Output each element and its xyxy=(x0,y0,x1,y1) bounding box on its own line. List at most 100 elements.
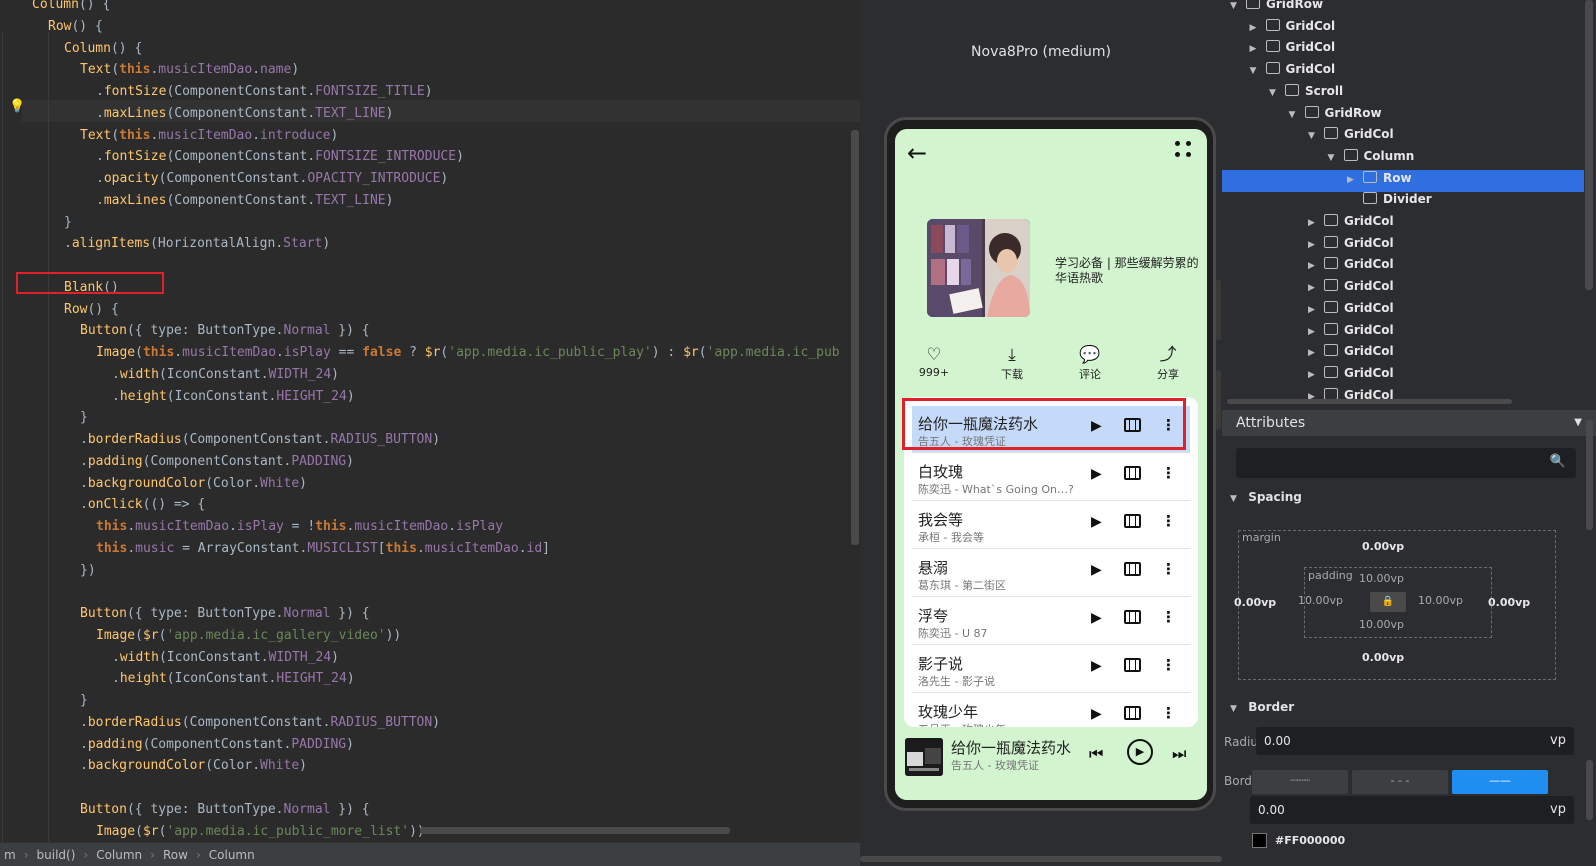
action-share[interactable]: ⤴ 分享 xyxy=(1138,344,1198,384)
more-vertical-icon[interactable]: ⋮ xyxy=(1161,608,1176,626)
search-icon[interactable]: 🔍 xyxy=(1550,454,1566,469)
preview-horizontal-scrollbar[interactable] xyxy=(860,856,1222,862)
expand-down-icon[interactable]: ▼ xyxy=(1250,60,1262,82)
tree-node[interactable]: ▶ GridCol xyxy=(1308,253,1394,275)
code-line[interactable]: Text(this.musicItemDao.name) xyxy=(80,59,299,81)
action-comment[interactable]: 💬 评论 xyxy=(1060,344,1120,384)
mini-player[interactable]: 给你一瓶魔法药水 告五人 - 玫瑰凭证 ⏮ ▶ ⏭ xyxy=(895,729,1207,800)
tree-node[interactable]: ▼ GridRow xyxy=(1230,0,1323,15)
expand-down-icon[interactable]: ▼ xyxy=(1230,0,1242,17)
lightbulb-icon[interactable]: 💡 xyxy=(9,100,25,114)
tree-node[interactable]: ▶ GridCol xyxy=(1308,319,1394,341)
border-style-dotted[interactable]: ┈┈┈ xyxy=(1252,770,1348,794)
radius-input[interactable]: 0.00 vp xyxy=(1256,727,1574,755)
expand-right-icon[interactable]: ▶ xyxy=(1308,234,1320,256)
breadcrumb-item[interactable]: Row xyxy=(159,843,192,866)
tree-node[interactable]: ▶ GridCol xyxy=(1308,297,1394,319)
code-line[interactable]: .maxLines(ComponentConstant.TEXT_LINE) xyxy=(96,190,393,212)
play-icon[interactable]: ▶ xyxy=(1091,658,1102,674)
code-line[interactable]: Column() { xyxy=(32,0,110,16)
play-icon[interactable]: ▶ xyxy=(1091,562,1102,578)
code-line[interactable]: Button({ type: ButtonType.Normal }) { xyxy=(80,320,370,342)
margin-right-value[interactable]: 0.00vp xyxy=(1488,596,1530,609)
video-icon[interactable] xyxy=(1124,706,1141,720)
song-row[interactable]: 我会等 承桓 - 我会等 ▶ ⋮ xyxy=(912,502,1190,549)
tree-node[interactable]: ▼ GridCol xyxy=(1250,58,1335,82)
tree-node[interactable]: ▶ GridCol xyxy=(1308,362,1394,384)
border-color-value[interactable]: #FF000000 xyxy=(1275,834,1345,847)
more-vertical-icon[interactable]: ⋮ xyxy=(1161,464,1176,482)
expand-down-icon[interactable]: ▼ xyxy=(1269,82,1281,104)
more-vertical-icon[interactable]: ⋮ xyxy=(1161,560,1176,578)
border-style-solid[interactable]: —— xyxy=(1452,770,1548,794)
video-icon[interactable] xyxy=(1124,562,1141,576)
more-grid-icon[interactable] xyxy=(1175,141,1193,159)
expand-down-icon[interactable]: ▼ xyxy=(1308,125,1320,147)
code-line[interactable]: .fontSize(ComponentConstant.FONTSIZE_INT… xyxy=(96,146,464,168)
attributes-search-input[interactable]: 🔍 xyxy=(1236,448,1576,478)
code-line[interactable]: .backgroundColor(Color.White) xyxy=(80,473,307,495)
play-circle-icon[interactable]: ▶ xyxy=(1127,739,1153,765)
tree-node[interactable]: ▶ GridCol xyxy=(1308,275,1394,297)
code-line[interactable]: Image(this.musicItemDao.isPlay == false … xyxy=(96,342,840,364)
action-heart[interactable]: ♡ 999+ xyxy=(904,344,964,384)
code-line[interactable]: this.musicItemDao.isPlay = !this.musicIt… xyxy=(96,516,503,538)
tree-node[interactable]: ▶ GridCol xyxy=(1250,36,1335,58)
code-line[interactable]: .height(IconConstant.HEIGHT_24) xyxy=(112,668,355,690)
video-icon[interactable] xyxy=(1124,658,1141,672)
breadcrumb-item[interactable]: Column xyxy=(205,843,259,866)
code-line[interactable]: }) xyxy=(80,560,96,582)
tree-node[interactable]: ▼ Scroll xyxy=(1269,80,1343,102)
chevron-down-icon[interactable]: ▼ xyxy=(1574,410,1582,436)
code-line[interactable]: .opacity(ComponentConstant.OPACITY_INTRO… xyxy=(96,168,448,190)
code-line[interactable]: } xyxy=(80,690,88,712)
play-icon[interactable]: ▶ xyxy=(1091,706,1102,722)
tree-node[interactable]: ▶ Row xyxy=(1347,167,1412,189)
code-line[interactable]: .padding(ComponentConstant.PADDING) xyxy=(80,734,354,756)
code-line[interactable]: .fontSize(ComponentConstant.FONTSIZE_TIT… xyxy=(96,81,433,103)
tree-node[interactable]: ▶ GridCol xyxy=(1308,232,1394,254)
padding-top-value[interactable]: 10.00vp xyxy=(1359,572,1404,585)
video-icon[interactable] xyxy=(1124,610,1141,624)
code-editor[interactable]: Column() {Row() {Column() {Text(this.mus… xyxy=(0,0,860,866)
inspector-vertical-scrollbar-lower[interactable] xyxy=(1586,760,1593,820)
padding-bottom-value[interactable]: 10.00vp xyxy=(1359,618,1404,631)
more-vertical-icon[interactable]: ⋮ xyxy=(1161,512,1176,530)
tree-node[interactable]: ▶ GridCol xyxy=(1308,340,1394,362)
expand-right-icon[interactable]: ▶ xyxy=(1308,321,1320,343)
tree-node[interactable]: ▼ GridRow xyxy=(1289,102,1382,124)
code-line[interactable]: .onClick(() => { xyxy=(80,494,205,516)
song-row[interactable]: 白玫瑰 陈奕迅 - What`s Going On…? ▶ ⋮ xyxy=(912,454,1190,501)
video-icon[interactable] xyxy=(1124,466,1141,480)
border-style-dashed[interactable]: - - - xyxy=(1352,770,1448,794)
expand-right-icon[interactable]: ▶ xyxy=(1250,17,1262,39)
tree-node[interactable]: ▼ Column xyxy=(1328,145,1414,167)
code-line[interactable]: this.music = ArrayConstant.MUSICLIST[thi… xyxy=(96,538,550,560)
code-line[interactable]: .width(IconConstant.WIDTH_24) xyxy=(112,364,339,386)
song-row[interactable]: 浮夸 陈奕迅 - U 87 ▶ ⋮ xyxy=(912,598,1190,645)
code-line[interactable]: Image($r('app.media.ic_public_more_list'… xyxy=(96,821,425,843)
code-line[interactable]: Row() { xyxy=(48,16,103,38)
more-vertical-icon[interactable]: ⋮ xyxy=(1161,704,1176,722)
code-line[interactable]: Button({ type: ButtonType.Normal }) { xyxy=(80,603,370,625)
tree-node[interactable]: ▼ GridCol xyxy=(1308,123,1394,145)
code-line[interactable]: Text(this.musicItemDao.introduce) xyxy=(80,125,338,147)
expand-right-icon[interactable]: ▶ xyxy=(1347,169,1359,191)
more-vertical-icon[interactable]: ⋮ xyxy=(1161,656,1176,674)
play-icon[interactable]: ▶ xyxy=(1091,514,1102,530)
code-line[interactable]: Button({ type: ButtonType.Normal }) { xyxy=(80,799,370,821)
tree-vertical-scrollbar[interactable] xyxy=(1585,0,1593,290)
breadcrumb-item[interactable]: Column xyxy=(92,843,146,866)
expand-right-icon[interactable]: ▶ xyxy=(1308,364,1320,386)
song-row[interactable]: 悬溺 葛东琪 - 第二街区 ▶ ⋮ xyxy=(912,550,1190,597)
expand-down-icon[interactable]: ▼ xyxy=(1289,104,1301,126)
song-row[interactable]: 玫瑰少年五月天 - 玫瑰少年 ▶ ⋮ xyxy=(912,694,1190,727)
code-line[interactable]: .borderRadius(ComponentConstant.RADIUS_B… xyxy=(80,712,440,734)
song-row[interactable]: 影子说 洛先生 - 影子说 ▶ ⋮ xyxy=(912,646,1190,693)
tree-node[interactable]: Divider xyxy=(1347,188,1432,210)
border-width-input[interactable]: 0.00 vp xyxy=(1250,796,1574,824)
margin-top-value[interactable]: 0.00vp xyxy=(1362,540,1404,553)
code-line[interactable]: } xyxy=(80,407,88,429)
editor-vertical-scrollbar[interactable] xyxy=(851,130,859,545)
code-line[interactable]: Column() { xyxy=(64,38,142,60)
